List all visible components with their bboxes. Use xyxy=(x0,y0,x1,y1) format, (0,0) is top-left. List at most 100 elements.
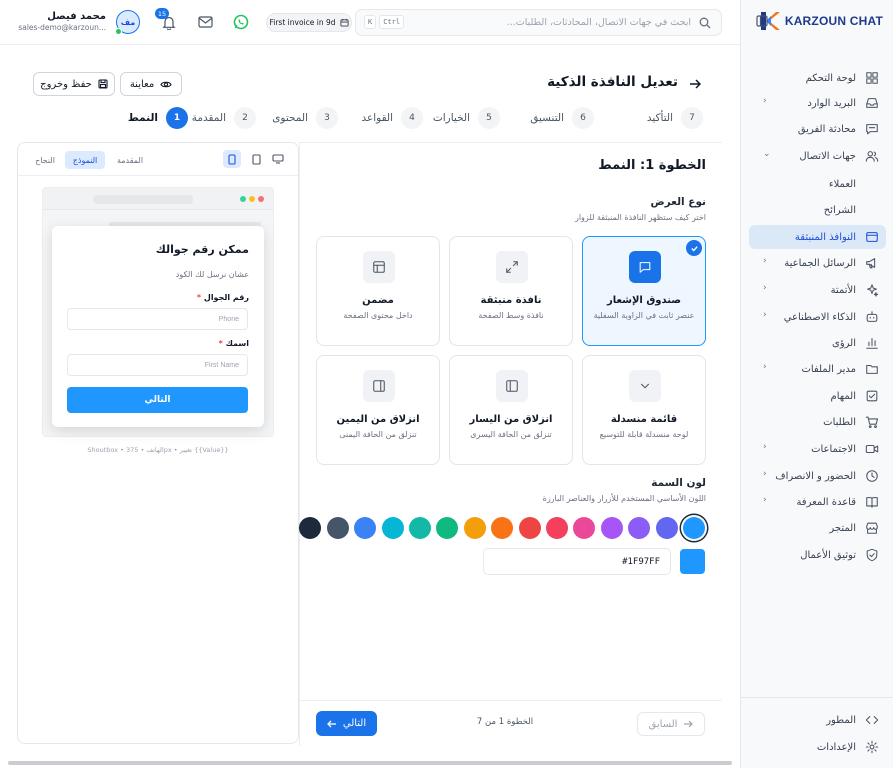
sidebar-item-clock[interactable]: الحضور و الانصراف ‹ xyxy=(749,464,886,488)
mail-icon[interactable] xyxy=(196,13,214,31)
contacts-icon xyxy=(864,148,880,164)
preview-tab-form[interactable]: النموذج xyxy=(65,151,105,169)
color-swatch[interactable] xyxy=(326,517,349,539)
display-type-card-message-square[interactable]: صندوق الإشعار عنصر ثابت في الزاوية السفلي… xyxy=(582,236,706,346)
wizard-step-3[interactable]: 3 المحتوى xyxy=(272,106,338,130)
sidebar-item-label: الإعدادات xyxy=(816,741,856,753)
color-swatch[interactable] xyxy=(409,517,431,539)
display-type-card-expand[interactable]: نافذة منبثقة نافذة وسط الصفحة xyxy=(449,236,573,346)
display-type-card-chevron-down[interactable]: قائمة منسدلة لوحة منسدلة قابلة للتوسيع xyxy=(582,355,706,465)
preview-tab-intro[interactable]: المقدمة xyxy=(108,151,152,169)
sidebar-item-label: العملاء xyxy=(828,178,856,190)
sidebar-item-gear[interactable]: الإعدادات xyxy=(749,735,886,759)
wizard-step-2[interactable]: 2 المقدمة xyxy=(192,106,256,130)
wizard-step-7[interactable]: 7 التأكيد xyxy=(647,106,703,130)
brand-logo[interactable]: KARZOUN CHAT xyxy=(759,10,883,32)
user-info[interactable]: محمد فيصل sales-demo@karzoun... xyxy=(14,11,106,32)
device-mobile-icon[interactable] xyxy=(223,150,241,168)
display-type-card-panel-left[interactable]: انزلاق من اليسار تنزلق من الحافة اليسرى xyxy=(449,355,573,465)
user-email: sales-demo@karzoun... xyxy=(18,23,106,32)
dashboard-icon xyxy=(864,70,880,86)
gear-icon xyxy=(864,739,880,755)
step-number: 4 xyxy=(401,107,423,129)
sidebar-item-label: الاجتماعات xyxy=(811,443,856,455)
color-preview-square[interactable] xyxy=(680,549,705,574)
sidebar-item-megaphone[interactable]: الرسائل الجماعية ‹ xyxy=(749,251,886,275)
back-arrow-icon[interactable] xyxy=(688,77,702,91)
sidebar-item-team-chat[interactable]: محادثة الفريق xyxy=(749,117,886,141)
wizard-step-6[interactable]: 6 التنسيق xyxy=(530,106,594,130)
wizard-step-5[interactable]: 5 الخيارات xyxy=(433,106,500,130)
previous-button[interactable]: السابق xyxy=(637,712,705,736)
sidebar-item-sub-4[interactable]: العملاء xyxy=(749,172,886,196)
sidebar-item-label: النوافذ المنبثقة xyxy=(794,231,856,243)
global-search-input[interactable]: ابحث في جهات الاتصال، المحادثات، الطلبات… xyxy=(355,9,722,36)
sidebar-item-label: الأتمتة xyxy=(830,284,856,296)
wizard-step-4[interactable]: 4 القواعد xyxy=(361,106,423,130)
folder-icon xyxy=(864,361,880,377)
sidebar-item-video[interactable]: الاجتماعات ‹ xyxy=(749,437,886,461)
name-input[interactable]: First Name xyxy=(67,354,248,376)
sidebar-item-task[interactable]: المهام xyxy=(749,384,886,408)
sidebar-divider xyxy=(741,697,893,698)
sidebar-item-folder[interactable]: مدير الملفات ‹ xyxy=(749,357,886,381)
brand-name: KARZOUN CHAT xyxy=(784,14,883,28)
sidebar-item-sub-5[interactable]: الشرائح xyxy=(749,198,886,222)
sidebar-item-code[interactable]: المطور xyxy=(749,708,886,732)
chart-icon xyxy=(864,335,880,351)
device-tablet-icon[interactable] xyxy=(247,150,265,168)
next-button[interactable]: التالي xyxy=(316,711,377,736)
sidebar-item-label: الرؤى xyxy=(832,337,856,349)
display-type-card-layout[interactable]: مضمن داخل محتوى الصفحة xyxy=(316,236,440,346)
step-number: 7 xyxy=(681,107,703,129)
chevron-left-icon: ‹ xyxy=(763,310,767,320)
invoice-reminder-pill[interactable]: First invoice in 9d xyxy=(266,13,352,32)
preview-tab-success[interactable]: النجاح xyxy=(28,151,62,169)
theme-color-title: لون السمة xyxy=(651,477,706,489)
code-icon xyxy=(864,712,880,728)
sidebar-item-contacts[interactable]: جهات الاتصال ⌄ xyxy=(749,144,886,168)
color-swatch[interactable] xyxy=(518,517,541,539)
sidebar-item-inbox[interactable]: البريد الوارد ‹ xyxy=(749,91,886,115)
phone-input[interactable]: Phone xyxy=(67,308,248,330)
step-label: النمط xyxy=(127,112,158,124)
color-swatch[interactable] xyxy=(683,517,705,539)
popup-subtitle: عشان نرسل لك الكود xyxy=(175,270,249,279)
sidebar-item-book[interactable]: قاعدة المعرفة ‹ xyxy=(749,490,886,514)
sidebar-item-popup[interactable]: النوافذ المنبثقة xyxy=(749,225,886,249)
hex-color-input[interactable]: #1F97FF xyxy=(483,548,671,575)
sidebar-item-chart[interactable]: الرؤى xyxy=(749,331,886,355)
sidebar-item-shield[interactable]: توثيق الأعمال xyxy=(749,543,886,567)
panel-right-icon xyxy=(363,370,395,402)
sidebar-item-dashboard[interactable]: لوحة التحكم xyxy=(749,66,886,90)
collapse-sidebar-icon[interactable] xyxy=(755,14,769,28)
display-type-card-panel-right[interactable]: انزلاق من اليمين تنزلق من الحافة اليمنى xyxy=(316,355,440,465)
sidebar-item-label: الشرائح xyxy=(823,204,856,216)
device-desktop-icon[interactable] xyxy=(269,150,287,168)
sidebar: KARZOUN CHAT لوحة التحكم البريد الوارد ‹ مح… xyxy=(740,0,893,768)
hex-color-value: #1F97FF xyxy=(622,556,660,567)
eye-icon xyxy=(160,81,172,87)
chevron-left-icon: ‹ xyxy=(763,256,767,266)
save-exit-button[interactable]: حفظ وخروج xyxy=(33,72,115,96)
sidebar-item-store[interactable]: المتجر xyxy=(749,516,886,540)
color-swatch[interactable] xyxy=(600,517,623,539)
sidebar-item-sparkles[interactable]: الأتمتة ‹ xyxy=(749,278,886,302)
shortcut-key-k: K xyxy=(364,15,377,29)
color-swatch[interactable] xyxy=(463,517,486,539)
sidebar-item-label: توثيق الأعمال xyxy=(800,549,856,561)
sidebar-item-bot[interactable]: الذكاء الاصطناعي ‹ xyxy=(749,305,886,329)
horizontal-scrollbar[interactable] xyxy=(8,761,732,765)
color-swatch[interactable] xyxy=(381,517,404,539)
wizard-step-1[interactable]: 1 النمط xyxy=(128,106,188,130)
phone-label-text: رقم الجوال xyxy=(203,293,249,302)
sidebar-item-cart[interactable]: الطلبات xyxy=(749,410,886,434)
whatsapp-icon[interactable] xyxy=(232,13,250,31)
step-number: 1 xyxy=(166,107,188,129)
preview-button[interactable]: معاينة xyxy=(120,72,182,96)
chevron-left-icon: ‹ xyxy=(763,96,767,106)
popup-next-button[interactable]: التالي xyxy=(67,387,248,413)
color-swatch[interactable] xyxy=(655,517,678,539)
bot-icon xyxy=(864,309,880,325)
color-swatch[interactable] xyxy=(546,517,568,539)
